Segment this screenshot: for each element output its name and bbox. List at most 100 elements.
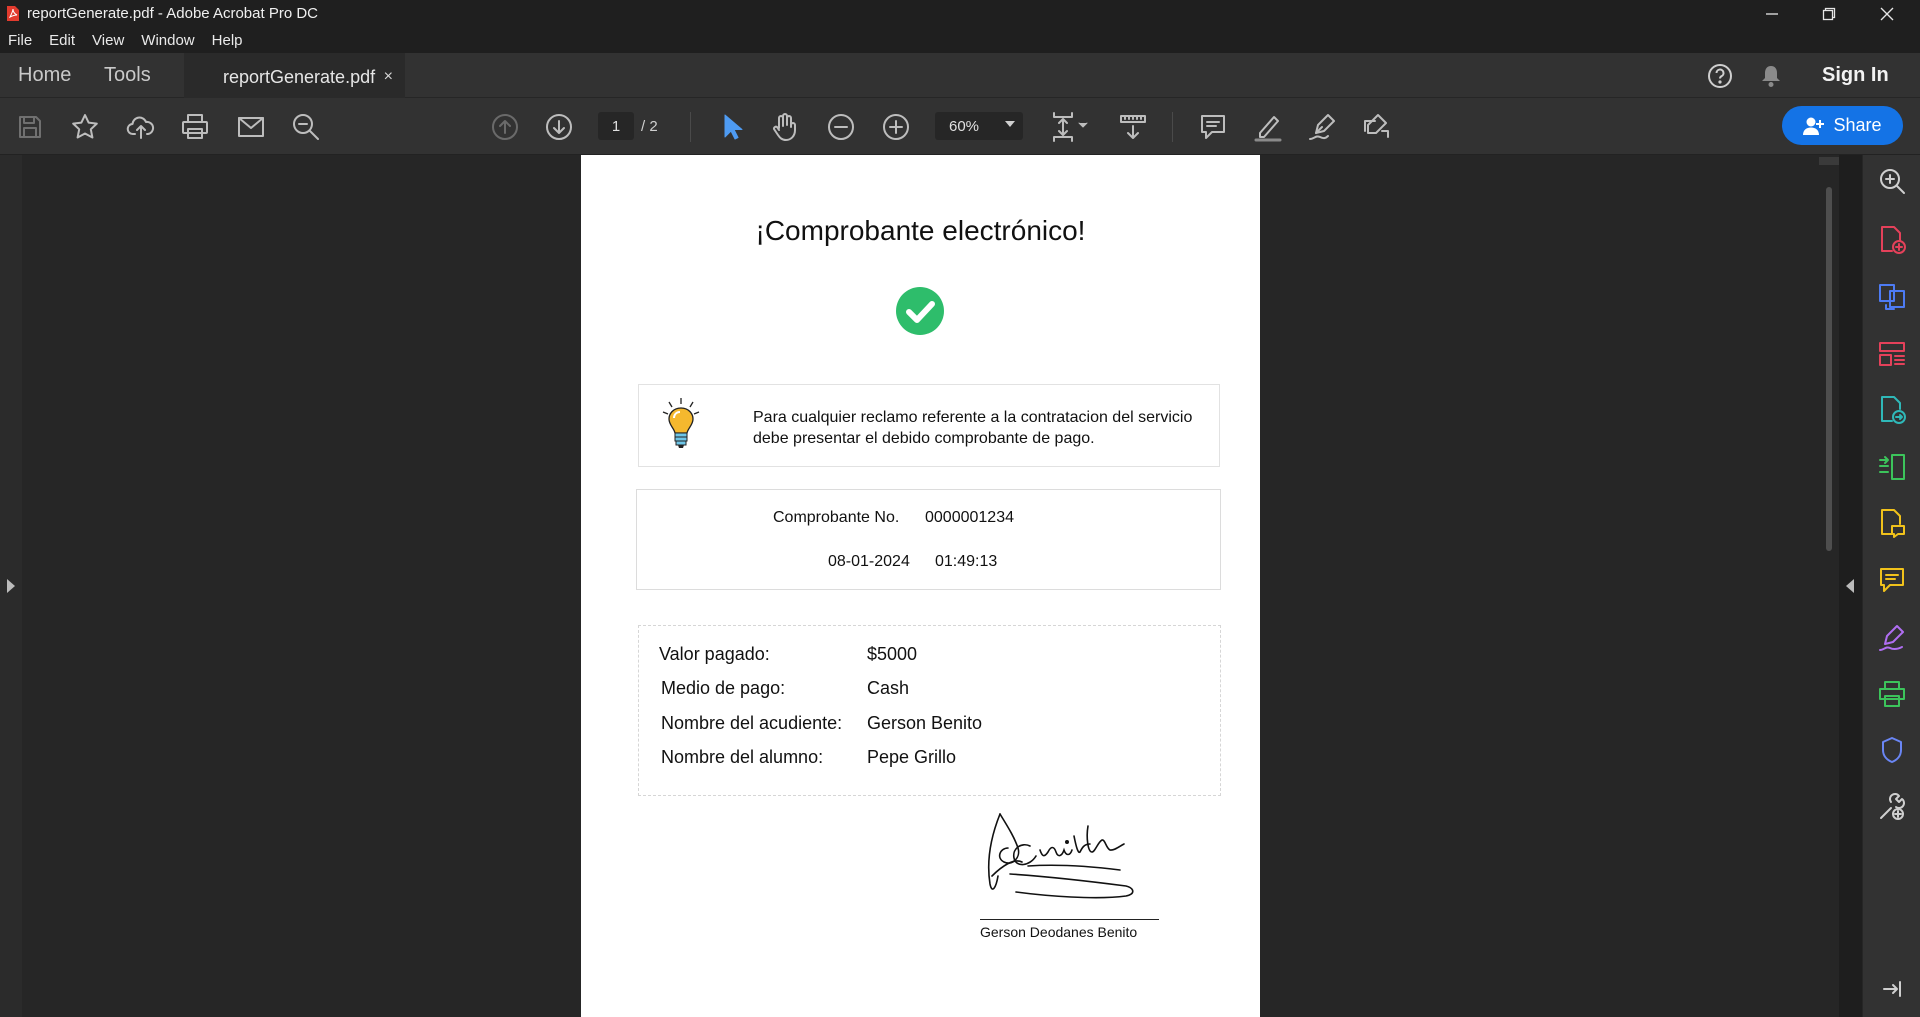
upload-button[interactable] bbox=[124, 98, 158, 155]
compare-files-icon[interactable] bbox=[1877, 452, 1907, 482]
minus-circle-icon bbox=[828, 113, 854, 140]
previous-page-button[interactable] bbox=[488, 98, 522, 155]
detail-value: Pepe Grillo bbox=[867, 747, 957, 767]
mail-icon bbox=[238, 116, 264, 137]
draw-button[interactable] bbox=[1304, 98, 1340, 155]
page-number-input[interactable]: 1 bbox=[598, 112, 634, 140]
edit-pdf-icon[interactable] bbox=[1877, 508, 1907, 538]
detail-label: Valor pagado: bbox=[659, 644, 770, 664]
hand-tool-button[interactable] bbox=[768, 98, 802, 155]
zoom-out-search-icon bbox=[293, 113, 319, 140]
plus-circle-icon bbox=[883, 113, 909, 140]
zoom-level-value: 60% bbox=[949, 117, 980, 135]
collapse-panel-icon[interactable] bbox=[1877, 974, 1907, 1004]
scroll-mode-button[interactable] bbox=[1115, 98, 1151, 155]
highlighter-icon bbox=[1254, 115, 1282, 141]
check-circle-icon bbox=[896, 287, 944, 335]
edit-text-icon bbox=[1364, 113, 1389, 138]
comment-icon bbox=[1201, 114, 1225, 139]
cursor-arrow-icon bbox=[724, 114, 743, 139]
more-tools-icon[interactable] bbox=[1877, 792, 1907, 822]
toolbar-divider bbox=[1172, 112, 1173, 142]
menu-edit[interactable]: Edit bbox=[49, 32, 75, 49]
comment-icon[interactable] bbox=[1877, 565, 1907, 595]
share-button[interactable]: Share bbox=[1782, 106, 1903, 145]
create-pdf-icon[interactable] bbox=[1877, 225, 1907, 255]
cloud-upload-icon bbox=[126, 116, 155, 139]
zoom-out-button[interactable] bbox=[824, 98, 858, 155]
menu-bar: File Edit View Window Help bbox=[0, 27, 1920, 53]
protect-icon[interactable] bbox=[1877, 735, 1907, 765]
page-fit-button[interactable] bbox=[1046, 98, 1092, 155]
detail-value: Gerson Benito bbox=[867, 713, 983, 733]
signature-name: Gerson Deodanes Benito bbox=[980, 924, 1138, 940]
notifications-button[interactable] bbox=[1760, 53, 1782, 98]
combine-files-icon[interactable] bbox=[1877, 282, 1907, 312]
page-total: / 2 bbox=[641, 118, 658, 135]
zoom-level-dropdown[interactable]: 60% bbox=[935, 112, 1023, 140]
pen-sign-icon bbox=[1309, 113, 1335, 140]
fit-page-icon bbox=[1053, 111, 1088, 142]
restore-icon bbox=[1822, 7, 1836, 20]
minimize-button[interactable] bbox=[1743, 0, 1801, 27]
printer-icon bbox=[182, 113, 208, 139]
tab-bar: Home Tools reportGenerate.pdf × Sign In bbox=[0, 53, 1920, 99]
receipt-time: 01:49:13 bbox=[935, 553, 998, 570]
find-button[interactable] bbox=[289, 98, 323, 155]
right-tools-panel bbox=[1862, 155, 1920, 1017]
next-page-button[interactable] bbox=[542, 98, 576, 155]
save-button[interactable] bbox=[14, 98, 46, 155]
close-icon bbox=[1880, 7, 1894, 20]
chevron-down-icon bbox=[1005, 121, 1015, 127]
star-icon bbox=[72, 113, 98, 138]
document-heading: ¡Comprobante electrónico! bbox=[755, 215, 1086, 246]
signature-line bbox=[980, 919, 1159, 920]
select-tool-button[interactable] bbox=[716, 98, 748, 155]
bell-icon bbox=[1762, 65, 1780, 87]
menu-help[interactable]: Help bbox=[212, 32, 243, 49]
lightbulb-icon bbox=[662, 398, 700, 448]
tab-document[interactable]: reportGenerate.pdf × bbox=[184, 53, 405, 99]
restore-button[interactable] bbox=[1800, 0, 1858, 27]
close-tab-icon[interactable]: × bbox=[384, 68, 393, 86]
zoom-search-icon[interactable] bbox=[1877, 166, 1907, 196]
menu-view[interactable]: View bbox=[92, 32, 124, 49]
handwritten-signature bbox=[987, 813, 1134, 899]
help-icon bbox=[1708, 63, 1732, 88]
menu-file[interactable]: File bbox=[8, 32, 32, 49]
fill-sign-icon[interactable] bbox=[1877, 622, 1907, 652]
tab-home[interactable]: Home bbox=[18, 53, 71, 98]
detail-value: $5000 bbox=[867, 644, 918, 664]
more-tools-toolbar-button[interactable] bbox=[1358, 98, 1394, 155]
payment-details-box: Valor pagado: $5000 Medio de pago: Cash … bbox=[638, 625, 1221, 796]
sign-in-button[interactable]: Sign In bbox=[1822, 53, 1889, 98]
comment-button[interactable] bbox=[1196, 98, 1230, 155]
email-button[interactable] bbox=[234, 98, 268, 155]
main-toolbar: 1 / 2 60% Share bbox=[0, 98, 1920, 155]
minimize-icon bbox=[1766, 12, 1778, 15]
close-window-button[interactable] bbox=[1858, 0, 1916, 27]
collapse-right-panel-icon[interactable] bbox=[1846, 579, 1854, 593]
acrobat-app-icon bbox=[7, 6, 19, 21]
menu-window[interactable]: Window bbox=[141, 32, 194, 49]
expand-left-panel-icon[interactable] bbox=[7, 579, 15, 593]
tab-tools[interactable]: Tools bbox=[104, 53, 151, 98]
bookmark-button[interactable] bbox=[68, 98, 102, 155]
title-bar: reportGenerate.pdf - Adobe Acrobat Pro D… bbox=[0, 0, 1920, 27]
export-pdf-icon[interactable] bbox=[1877, 395, 1907, 425]
pdf-page: ¡Comprobante electrónico! Para cualquier… bbox=[581, 155, 1260, 1017]
detail-label: Nombre del acudiente: bbox=[661, 713, 843, 733]
document-tab-label: reportGenerate.pdf bbox=[223, 66, 376, 87]
zoom-in-button[interactable] bbox=[879, 98, 913, 155]
share-label: Share bbox=[1833, 115, 1882, 135]
vertical-scrollbar[interactable] bbox=[1819, 155, 1839, 1017]
scan-ocr-icon[interactable] bbox=[1877, 679, 1907, 709]
scroll-mode-icon bbox=[1120, 114, 1146, 139]
organize-pages-icon[interactable] bbox=[1877, 339, 1907, 369]
scrollbar-thumb[interactable] bbox=[1826, 187, 1832, 551]
detail-value: Cash bbox=[867, 678, 910, 698]
highlight-button[interactable] bbox=[1250, 98, 1286, 155]
receipt-date: 08-01-2024 bbox=[828, 553, 910, 570]
print-button[interactable] bbox=[178, 98, 212, 155]
help-button[interactable] bbox=[1707, 53, 1733, 98]
